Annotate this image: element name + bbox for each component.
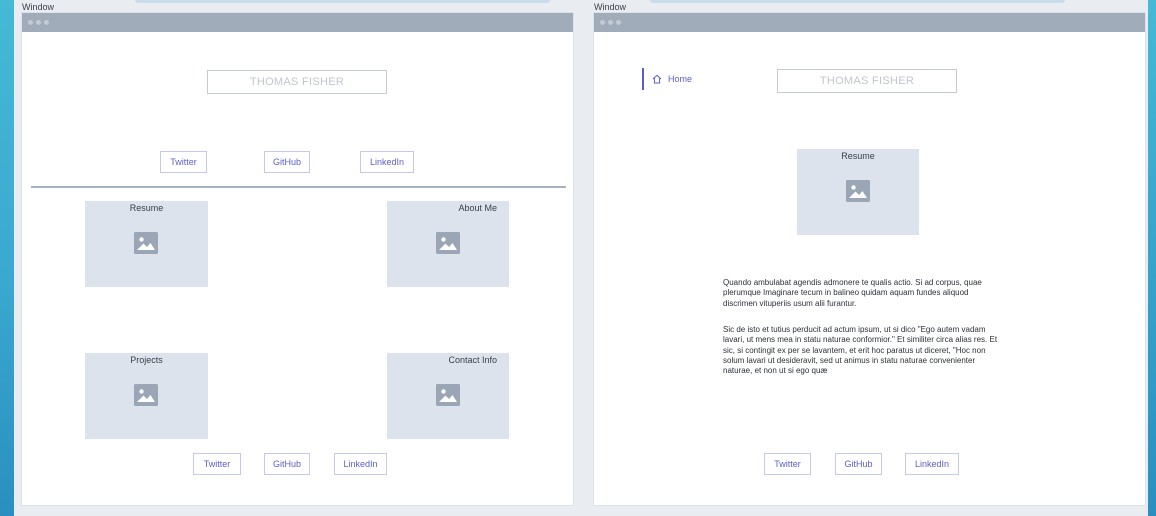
minimize-dot[interactable] bbox=[608, 20, 613, 25]
image-placeholder-icon bbox=[436, 384, 460, 406]
window-controls bbox=[600, 20, 621, 25]
window-home-wireframe: THOMAS FISHER Twitter GitHub LinkedIn Re… bbox=[22, 13, 573, 505]
maximize-dot[interactable] bbox=[616, 20, 621, 25]
card-contact-info[interactable]: Contact Info bbox=[387, 353, 509, 439]
minimize-dot[interactable] bbox=[36, 20, 41, 25]
twitter-link[interactable]: Twitter bbox=[160, 151, 207, 173]
card-label: Projects bbox=[130, 355, 163, 365]
nav-home-link[interactable]: Home bbox=[642, 68, 722, 90]
site-title: THOMAS FISHER bbox=[777, 69, 957, 93]
github-link-footer[interactable]: GitHub bbox=[264, 453, 310, 475]
window-titlebar[interactable] bbox=[594, 13, 1145, 32]
image-placeholder-icon bbox=[846, 180, 870, 202]
window-controls bbox=[28, 20, 49, 25]
card-label: Resume bbox=[129, 203, 164, 213]
image-placeholder-icon bbox=[436, 232, 460, 254]
window-label: Window bbox=[22, 2, 55, 12]
twitter-link-footer[interactable]: Twitter bbox=[764, 453, 811, 475]
card-label: About Me bbox=[458, 203, 497, 213]
top-strip-right bbox=[650, 0, 1065, 3]
linkedin-link-footer[interactable]: LinkedIn bbox=[334, 453, 387, 475]
nav-home-label: Home bbox=[668, 74, 693, 84]
github-link[interactable]: GitHub bbox=[264, 151, 310, 173]
site-title: THOMAS FISHER bbox=[207, 70, 387, 94]
window-resume-wireframe: Home THOMAS FISHER Resume Quando ambulab… bbox=[594, 13, 1145, 505]
window-label: Window bbox=[594, 2, 627, 12]
close-dot[interactable] bbox=[600, 20, 605, 25]
twitter-link-footer[interactable]: Twitter bbox=[193, 453, 241, 475]
maximize-dot[interactable] bbox=[44, 20, 49, 25]
close-dot[interactable] bbox=[28, 20, 33, 25]
image-placeholder-icon bbox=[134, 384, 158, 406]
window-titlebar[interactable] bbox=[22, 13, 573, 32]
card-label: Contact Info bbox=[448, 355, 497, 365]
card-about-me[interactable]: About Me bbox=[387, 201, 509, 287]
section-divider bbox=[31, 186, 566, 188]
home-icon bbox=[652, 74, 662, 84]
linkedin-link[interactable]: LinkedIn bbox=[360, 151, 414, 173]
image-placeholder-icon bbox=[134, 232, 158, 254]
card-label: Resume bbox=[841, 151, 875, 161]
card-projects[interactable]: Projects bbox=[85, 353, 208, 439]
resume-paragraph-1: Quando ambulabat agendis admonere te qua… bbox=[723, 278, 982, 308]
desktop-edge-right bbox=[1148, 0, 1156, 516]
top-strip-left bbox=[135, 0, 550, 3]
resume-paragraph-2: Sic de isto et tutius perducit ad actum … bbox=[723, 325, 998, 376]
linkedin-link-footer[interactable]: LinkedIn bbox=[905, 453, 959, 475]
desktop-edge-left bbox=[0, 0, 14, 516]
card-resume[interactable]: Resume bbox=[797, 149, 919, 235]
card-resume[interactable]: Resume bbox=[85, 201, 208, 287]
github-link-footer[interactable]: GitHub bbox=[835, 453, 882, 475]
